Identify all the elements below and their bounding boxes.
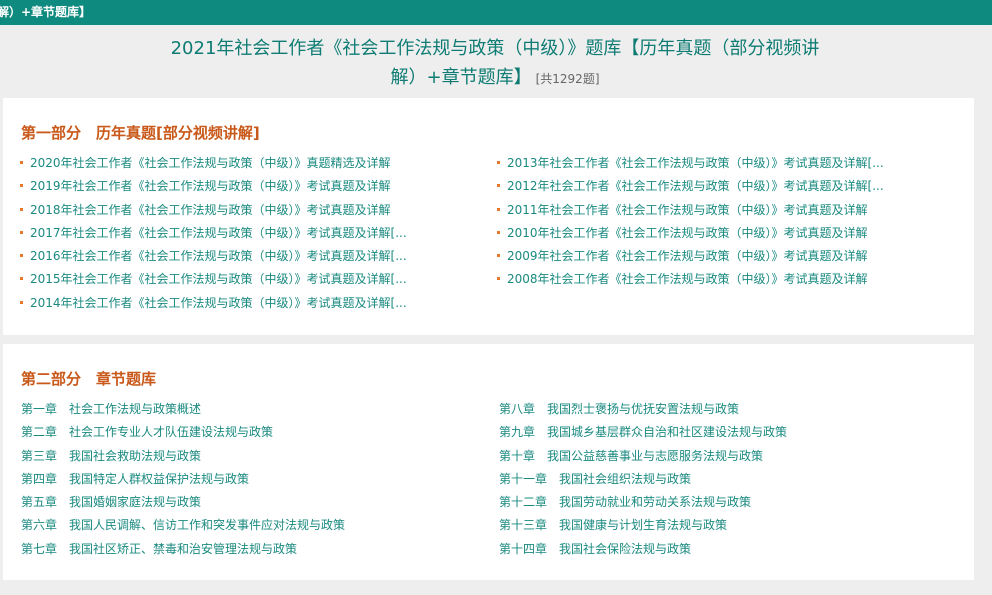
chapter-link[interactable]: 第五章 我国婚姻家庭法规与政策 [21,491,471,514]
chapter-name: 我国劳动就业和劳动关系法规与政策 [559,495,752,510]
past-exam-link[interactable]: 2018年社会工作者《社会工作法规与政策（中级）》考试真题及详解 [20,199,460,222]
past-exam-link[interactable]: 2013年社会工作者《社会工作法规与政策（中级）》考试真题及详解[... [497,152,937,175]
past-exams-list-right: 2013年社会工作者《社会工作法规与政策（中级）》考试真题及详解[... 201… [497,152,937,292]
chapter-link[interactable]: 第九章 我国城乡基层群众自治和社区建设法规与政策 [499,421,949,444]
past-exam-link[interactable]: 2014年社会工作者《社会工作法规与政策（中级）》考试真题及详解[... [20,292,460,315]
chapter-number: 第六章 [21,518,58,533]
past-exam-link[interactable]: 2016年社会工作者《社会工作法规与政策（中级）》考试真题及详解[... [20,245,460,268]
chapter-link[interactable]: 第六章 我国人民调解、信访工作和突发事件应对法规与政策 [21,514,471,537]
chapter-number: 第十章 [499,448,536,463]
chapter-link[interactable]: 第八章 我国烈士褒扬与优抚安置法规与政策 [499,398,949,421]
past-exam-link[interactable]: 2019年社会工作者《社会工作法规与政策（中级）》考试真题及详解 [20,175,460,198]
chapter-name: 我国社会保险法规与政策 [559,541,692,556]
top-banner: 解）+章节题库】 [0,0,992,25]
chapter-number: 第七章 [21,541,58,556]
chapter-name: 我国社区矫正、禁毒和治安管理法规与政策 [69,541,298,556]
past-exam-link[interactable]: 2020年社会工作者《社会工作法规与政策（中级）》真题精选及详解 [20,152,460,175]
chapter-number: 第十四章 [499,541,548,556]
page-title-line2: 解）+章节题库】 [共1292题] [100,63,890,94]
chapter-name: 社会工作法规与政策概述 [69,402,202,416]
past-exam-link[interactable]: 2012年社会工作者《社会工作法规与政策（中级）》考试真题及详解[... [497,175,937,198]
chapter-name: 我国健康与计划生育法规与政策 [559,518,728,533]
past-exam-link[interactable]: 2010年社会工作者《社会工作法规与政策（中级）》考试真题及详解 [497,222,937,245]
chapter-name: 我国公益慈善事业与志愿服务法规与政策 [547,448,764,463]
question-count: [共1292题] [535,72,600,86]
chapter-name: 我国特定人群权益保护法规与政策 [69,471,250,486]
chapter-link[interactable]: 第十四章 我国社会保险法规与政策 [499,538,949,561]
chapter-name: 我国烈士褒扬与优抚安置法规与政策 [547,402,740,416]
chapter-number: 第九章 [499,425,536,440]
chapter-link[interactable]: 第十二章 我国劳动就业和劳动关系法规与政策 [499,491,949,514]
chapter-name: 我国人民调解、信访工作和突发事件应对法规与政策 [69,518,346,533]
chapter-link[interactable]: 第十章 我国公益慈善事业与志愿服务法规与政策 [499,445,949,468]
past-exam-link[interactable]: 2015年社会工作者《社会工作法规与政策（中级）》考试真题及详解[... [20,268,460,291]
chapter-number: 第二章 [21,425,58,440]
page-title-line1: 2021年社会工作者《社会工作法规与政策（中级）》题库【历年真题（部分视频讲 [170,38,820,59]
chapter-number: 第十一章 [499,471,548,486]
chapter-number: 第八章 [499,402,536,416]
chapter-number: 第三章 [21,448,58,463]
chapter-link[interactable]: 第二章 社会工作专业人才队伍建设法规与政策 [21,421,471,444]
chapter-number: 第十二章 [499,495,548,510]
past-exams-list-left: 2020年社会工作者《社会工作法规与政策（中级）》真题精选及详解 2019年社会… [20,152,460,315]
section-past-exams: 第一部分 历年真题[部分视频讲解] 2020年社会工作者《社会工作法规与政策（中… [3,98,974,335]
chapter-number: 第一章 [21,402,58,416]
chapter-name: 社会工作专业人才队伍建设法规与政策 [69,425,274,440]
chapter-link[interactable]: 第三章 我国社会救助法规与政策 [21,445,471,468]
chapter-link[interactable]: 第一章 社会工作法规与政策概述 [21,398,471,421]
chapter-number: 第四章 [21,471,58,486]
chapter-link[interactable]: 第七章 我国社区矫正、禁毒和治安管理法规与政策 [21,538,471,561]
chapter-name: 我国婚姻家庭法规与政策 [69,495,202,510]
chapter-name: 我国社会救助法规与政策 [69,448,202,463]
top-banner-text: 解）+章节题库】 [0,5,92,19]
chapter-name: 我国社会组织法规与政策 [559,471,692,486]
past-exam-link[interactable]: 2017年社会工作者《社会工作法规与政策（中级）》考试真题及详解[... [20,222,460,245]
section-chapter-bank: 第二部分 章节题库 第一章 社会工作法规与政策概述 第二章 社会工作专业人才队伍建设… [3,344,974,580]
past-exam-link[interactable]: 2008年社会工作者《社会工作法规与政策（中级）》考试真题及详解 [497,268,937,291]
chapter-number: 第十三章 [499,518,548,533]
chapter-link[interactable]: 第十一章 我国社会组织法规与政策 [499,468,949,491]
section-title-chapter-bank: 第二部分 章节题库 [21,370,157,388]
page-title-line2-text: 解）+章节题库】 [390,67,532,88]
section-title-past-exams: 第一部分 历年真题[部分视频讲解] [21,124,260,142]
past-exam-link[interactable]: 2011年社会工作者《社会工作法规与政策（中级）》考试真题及详解 [497,199,937,222]
chapter-list-right: 第八章 我国烈士褒扬与优抚安置法规与政策 第九章 我国城乡基层群众自治和社区建设法规… [499,398,949,561]
chapter-list-left: 第一章 社会工作法规与政策概述 第二章 社会工作专业人才队伍建设法规与政策 第三章我… [21,398,471,561]
chapter-link[interactable]: 第十三章 我国健康与计划生育法规与政策 [499,514,949,537]
page-title: 2021年社会工作者《社会工作法规与政策（中级）》题库【历年真题（部分视频讲 解… [100,34,890,94]
chapter-number: 第五章 [21,495,58,510]
chapter-name: 我国城乡基层群众自治和社区建设法规与政策 [547,425,788,440]
chapter-link[interactable]: 第四章 我国特定人群权益保护法规与政策 [21,468,471,491]
past-exam-link[interactable]: 2009年社会工作者《社会工作法规与政策（中级）》考试真题及详解 [497,245,937,268]
